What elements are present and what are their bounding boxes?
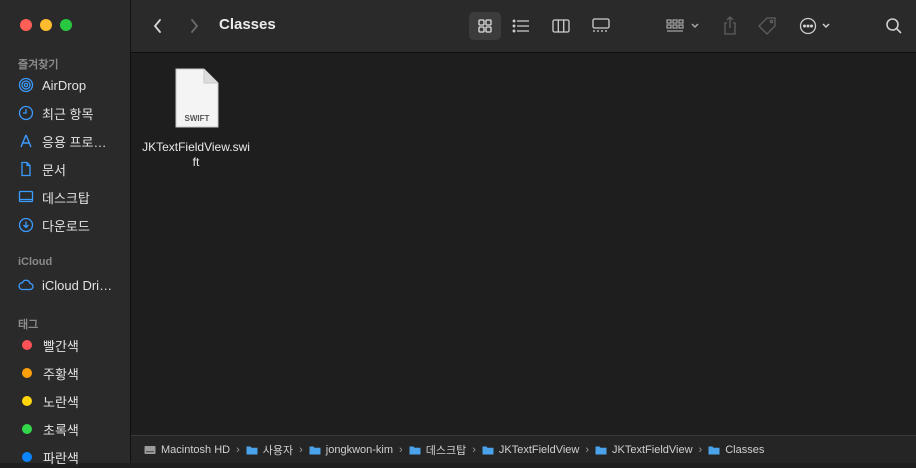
sidebar-item-desktop[interactable]: 데스크탑 bbox=[18, 186, 126, 208]
ellipsis-icon bbox=[799, 17, 830, 35]
file-name: JKTextFieldView.swift bbox=[142, 140, 250, 169]
sidebar-item-airdrop[interactable]: AirDrop bbox=[18, 74, 126, 96]
sidebar-item-label: 최근 항목 bbox=[42, 106, 94, 122]
group-button[interactable] bbox=[663, 12, 705, 40]
swift-file-icon: SWIFT bbox=[175, 68, 219, 128]
sidebar-item-label: AirDrop bbox=[42, 77, 87, 93]
sidebar-tag-yellow[interactable]: 노란색 bbox=[18, 390, 126, 412]
chevron-right-icon: › bbox=[299, 443, 303, 456]
tags-section-title: 태그 bbox=[18, 319, 39, 331]
close-button[interactable] bbox=[20, 19, 32, 31]
share-button[interactable] bbox=[717, 12, 743, 40]
blue-tag-icon bbox=[22, 452, 32, 462]
sidebar-item-label: 데스크탑 bbox=[42, 190, 90, 206]
icloud-section-title: iCloud bbox=[18, 256, 53, 268]
chevron-right-icon: › bbox=[236, 443, 240, 456]
sidebar-tag-red[interactable]: 빨간색 bbox=[18, 334, 126, 356]
sidebar-item-label: 응용 프로… bbox=[42, 134, 107, 150]
sidebar-item-applications[interactable]: 응용 프로… bbox=[18, 130, 126, 152]
search-icon bbox=[886, 18, 902, 34]
chevron-right-icon: › bbox=[698, 443, 703, 456]
chevron-right-icon: › bbox=[472, 443, 476, 456]
forward-button[interactable] bbox=[183, 12, 205, 40]
list-view-button[interactable] bbox=[505, 12, 537, 40]
list-view-icon bbox=[512, 19, 529, 33]
back-button[interactable] bbox=[147, 12, 169, 40]
red-tag-icon bbox=[22, 340, 32, 350]
applications-icon bbox=[18, 133, 34, 149]
chevron-left-icon bbox=[153, 19, 161, 33]
group-icon bbox=[666, 19, 699, 32]
search-button[interactable] bbox=[881, 12, 907, 40]
sidebar-item-label: 노란색 bbox=[43, 394, 79, 410]
cloud-icon bbox=[18, 277, 34, 293]
tag-button[interactable] bbox=[753, 12, 781, 40]
share-icon bbox=[724, 16, 736, 35]
folder-icon bbox=[309, 446, 321, 454]
chevron-right-icon: › bbox=[399, 443, 403, 456]
desktop-icon bbox=[18, 189, 34, 205]
sidebar-item-recents[interactable]: 최근 항목 bbox=[18, 102, 126, 124]
sidebar-item-label: 문서 bbox=[42, 162, 66, 178]
folder-icon bbox=[246, 446, 258, 454]
sidebar-item-label: 초록색 bbox=[43, 422, 79, 438]
file-grid: SWIFT JKTextFieldView.swift bbox=[131, 53, 916, 435]
column-view-icon bbox=[552, 19, 570, 33]
sidebar-tag-orange[interactable]: 주황색 bbox=[18, 362, 126, 384]
gallery-view-button[interactable] bbox=[585, 12, 617, 40]
folder-icon bbox=[409, 446, 421, 454]
green-tag-icon bbox=[22, 424, 32, 434]
window-controls bbox=[20, 19, 72, 31]
download-icon bbox=[18, 217, 34, 233]
tag-icon bbox=[758, 17, 776, 35]
sidebar-item-label: 파란색 bbox=[43, 450, 79, 466]
path-item-home[interactable]: jongkwon-kim bbox=[309, 444, 393, 456]
zoom-button[interactable] bbox=[60, 19, 72, 31]
path-item-subproject[interactable]: JKTextFieldView bbox=[595, 444, 693, 456]
path-item-classes[interactable]: Classes bbox=[708, 444, 764, 456]
disk-icon bbox=[144, 445, 156, 454]
grid-view-button[interactable] bbox=[469, 12, 501, 40]
minimize-button[interactable] bbox=[40, 19, 52, 31]
sidebar-item-icloud-drive[interactable]: iCloud Dri… bbox=[18, 274, 126, 296]
sidebar-item-label: 다운로드 bbox=[42, 218, 90, 234]
toolbar: Classes bbox=[131, 0, 916, 53]
chevron-right-icon: › bbox=[585, 443, 590, 456]
sidebar-item-label: iCloud Dri… bbox=[42, 277, 113, 293]
gallery-view-icon bbox=[592, 18, 610, 32]
file-badge: SWIFT bbox=[185, 114, 210, 123]
folder-icon bbox=[482, 446, 494, 454]
file-item[interactable]: SWIFT JKTextFieldView.swift bbox=[141, 67, 251, 170]
column-view-button[interactable] bbox=[545, 12, 577, 40]
sidebar-tag-blue[interactable]: 파란색 bbox=[18, 446, 126, 468]
chevron-right-icon bbox=[191, 19, 199, 33]
sidebar-item-downloads[interactable]: 다운로드 bbox=[18, 214, 126, 236]
folder-icon bbox=[708, 446, 720, 454]
path-item-desktop[interactable]: 데스크탑 bbox=[409, 442, 466, 458]
clock-icon bbox=[18, 105, 34, 121]
finder-window: 즐겨찾기 AirDrop 최근 항목 응용 프로… 문서 데스크탑 다운로드 i… bbox=[0, 0, 916, 466]
orange-tag-icon bbox=[22, 368, 32, 378]
favorites-section-title: 즐겨찾기 bbox=[18, 59, 59, 71]
path-item-users[interactable]: 사용자 bbox=[246, 442, 293, 458]
folder-icon bbox=[595, 446, 607, 454]
yellow-tag-icon bbox=[22, 396, 32, 406]
path-bar: Macintosh HD › 사용자 › jongkwon-kim › 데스크탑… bbox=[131, 435, 916, 463]
sidebar: 즐겨찾기 AirDrop 최근 항목 응용 프로… 문서 데스크탑 다운로드 i… bbox=[0, 0, 131, 466]
sidebar-item-label: 빨간색 bbox=[43, 338, 79, 354]
sidebar-item-documents[interactable]: 문서 bbox=[18, 158, 126, 180]
path-item-project[interactable]: JKTextFieldView bbox=[482, 444, 579, 456]
sidebar-item-label: 주황색 bbox=[43, 366, 79, 382]
airdrop-icon bbox=[18, 77, 34, 93]
grid-view-icon bbox=[478, 19, 492, 33]
path-item-macintosh-hd[interactable]: Macintosh HD bbox=[144, 444, 230, 456]
document-icon bbox=[18, 161, 34, 177]
more-actions-button[interactable] bbox=[797, 12, 837, 40]
window-title: Classes bbox=[219, 16, 276, 33]
sidebar-tag-green[interactable]: 초록색 bbox=[18, 418, 126, 440]
